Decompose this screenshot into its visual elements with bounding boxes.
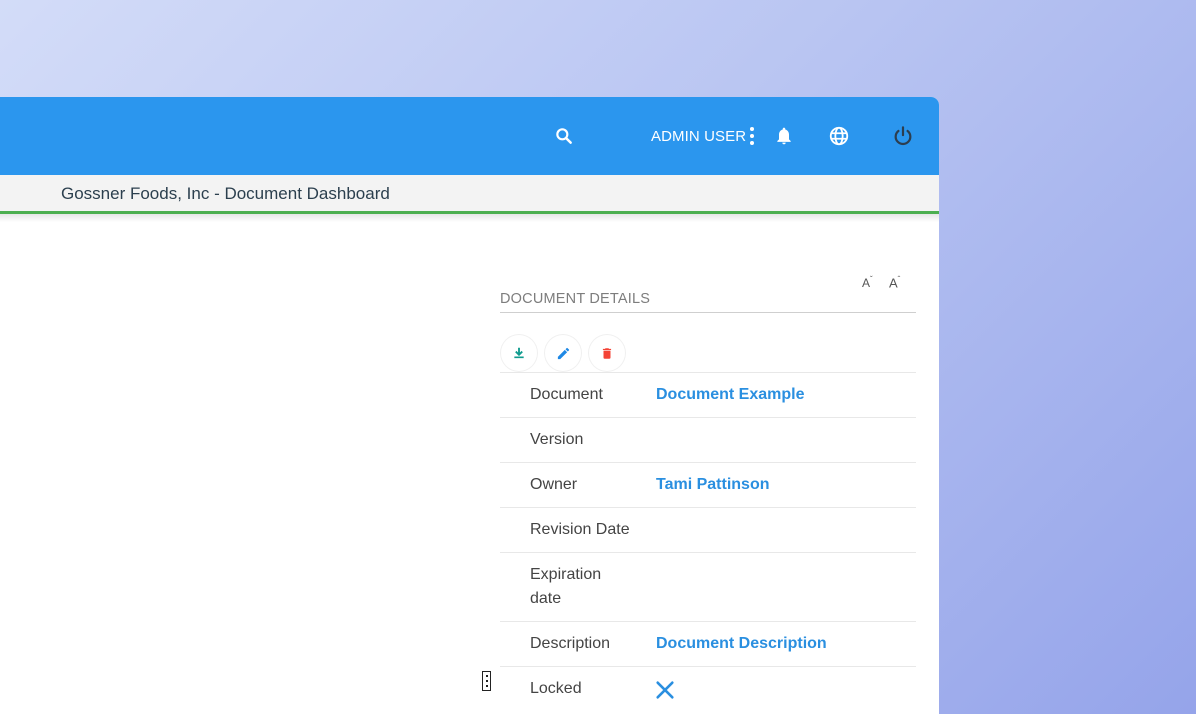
search-icon[interactable]: [552, 124, 576, 148]
top-app-bar: ADMIN USER: [0, 97, 939, 175]
detail-row-revision-date: Revision Date: [500, 507, 916, 552]
header-shadow: [0, 214, 939, 222]
row-label: Description: [530, 635, 611, 652]
bell-icon[interactable]: [772, 124, 796, 148]
column-resize-handle[interactable]: [482, 671, 491, 691]
detail-row-description: Description Document Description: [500, 621, 916, 666]
row-label: Version: [530, 431, 584, 448]
decrease-font-label: A: [862, 276, 871, 290]
up-caret-icon: ˆ: [897, 275, 901, 284]
document-details-table: Document Document Example Version Owner …: [500, 372, 916, 711]
row-label: Expiration date: [530, 566, 602, 607]
edit-button[interactable]: [545, 335, 581, 371]
detail-row-owner: Owner Tami Pattinson: [500, 462, 916, 507]
owner-link[interactable]: Tami Pattinson: [656, 473, 770, 497]
delete-button[interactable]: [589, 335, 625, 371]
edit-icon: [557, 347, 569, 359]
app-window: ADMIN USER Gossner Foods, Inc - Document…: [0, 97, 939, 714]
row-label: Owner: [530, 476, 578, 493]
decrease-font-button[interactable]: Aˇ: [862, 275, 873, 290]
document-link[interactable]: Document Example: [656, 383, 804, 407]
down-caret-icon: ˇ: [870, 275, 873, 284]
kebab-icon[interactable]: [740, 124, 764, 148]
globe-icon[interactable]: [827, 124, 851, 148]
page-title: Gossner Foods, Inc - Document Dashboard: [61, 184, 390, 203]
row-label: Document: [530, 386, 603, 403]
user-menu-label[interactable]: ADMIN USER: [651, 128, 746, 145]
delete-icon: [602, 347, 612, 359]
close-icon: [654, 679, 676, 706]
detail-row-expiration-date: Expiration date: [500, 552, 916, 621]
page-header-bar: Gossner Foods, Inc - Document Dashboard: [0, 175, 939, 214]
power-icon[interactable]: [891, 124, 915, 148]
document-actions: [500, 335, 916, 372]
row-label: Revision Date: [530, 521, 630, 538]
increase-font-button[interactable]: Aˆ: [889, 275, 900, 290]
panel-title: DOCUMENT DETAILS: [500, 291, 916, 313]
increase-font-label: A: [889, 275, 898, 291]
detail-row-locked: Locked: [500, 666, 916, 711]
description-link[interactable]: Document Description: [656, 632, 827, 656]
detail-row-document: Document Document Example: [500, 372, 916, 417]
download-button[interactable]: [501, 335, 537, 371]
download-icon: [514, 347, 524, 359]
detail-row-version: Version: [500, 417, 916, 462]
row-label: Locked: [530, 680, 582, 697]
